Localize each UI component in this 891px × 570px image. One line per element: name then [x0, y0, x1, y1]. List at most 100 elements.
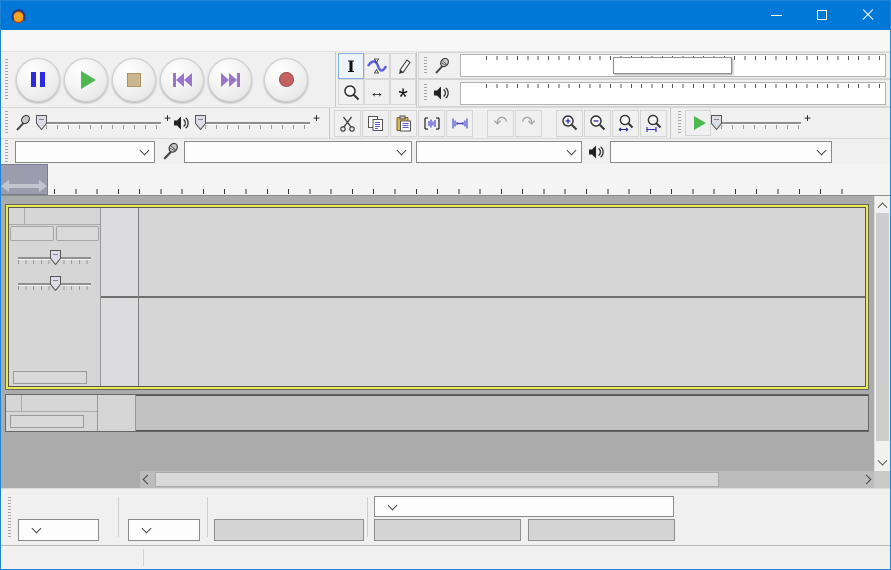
selection-tool-button[interactable]: I: [338, 53, 364, 79]
toolbar-grip[interactable]: [5, 497, 13, 539]
audio-track-close-button[interactable]: [9, 208, 25, 224]
maximize-button[interactable]: [799, 0, 845, 30]
multi-tool-button[interactable]: *: [390, 79, 416, 105]
envelope-tool-button[interactable]: [364, 53, 390, 79]
pan-slider[interactable]: [16, 271, 93, 294]
draw-tool-icon: [395, 58, 412, 75]
slider-groove[interactable]: [46, 122, 161, 124]
selection-start-field[interactable]: [374, 519, 521, 541]
cut-button[interactable]: [334, 110, 361, 137]
scroll-down-button[interactable]: [875, 455, 890, 471]
envelope-tool-icon: [367, 58, 387, 74]
playback-device-select[interactable]: [610, 141, 832, 163]
fit-selection-button[interactable]: [612, 110, 639, 137]
toolbar-grip[interactable]: [2, 111, 10, 135]
play-speed-slider[interactable]: – +: [711, 112, 811, 134]
zoom-tool-button[interactable]: [338, 79, 364, 105]
recording-channels-select[interactable]: [416, 141, 582, 163]
chevron-down-icon: [140, 145, 150, 155]
undo-button[interactable]: ↶: [487, 110, 514, 137]
chevron-down-icon: [397, 145, 407, 155]
slider-max-label: +: [313, 111, 320, 125]
paste-button[interactable]: [390, 110, 417, 137]
toolbar-grip[interactable]: [2, 140, 10, 164]
audio-host-select[interactable]: [15, 141, 155, 163]
label-track-menu[interactable]: [22, 395, 97, 411]
vertical-scrollbar[interactable]: [874, 196, 890, 471]
slider-groove[interactable]: [205, 122, 310, 124]
recording-device-select[interactable]: [184, 141, 412, 163]
meter-toolbars: [418, 52, 891, 107]
mute-button[interactable]: [10, 226, 54, 241]
slider-thumb[interactable]: [711, 115, 722, 130]
project-rate-select[interactable]: [18, 519, 99, 541]
audio-track-menu[interactable]: [25, 208, 100, 224]
collapse-track-button[interactable]: [10, 415, 84, 428]
play-at-speed-button[interactable]: [685, 110, 711, 136]
trim-audio-button[interactable]: [418, 110, 445, 137]
play-button[interactable]: [64, 58, 108, 102]
toolbar-grip[interactable]: [675, 111, 683, 135]
label-area[interactable]: [136, 395, 868, 431]
solo-button[interactable]: [56, 226, 100, 241]
slider-thumb[interactable]: [195, 115, 206, 130]
stop-button[interactable]: [112, 58, 156, 102]
slider-thumb[interactable]: [50, 250, 61, 265]
scroll-left-button[interactable]: [140, 471, 155, 488]
waveform-channel-right[interactable]: [139, 298, 865, 386]
toolbar-grip[interactable]: [421, 84, 429, 102]
scroll-up-button[interactable]: [875, 196, 890, 212]
slider-thumb[interactable]: [50, 276, 61, 291]
zoom-in-button[interactable]: [556, 110, 583, 137]
gain-slider[interactable]: [16, 245, 93, 268]
vertical-scale-ruler[interactable]: [101, 208, 139, 386]
tools-toolbar: I ↔ *: [337, 52, 417, 107]
playback-meter[interactable]: [418, 79, 891, 107]
copy-icon: [367, 115, 384, 132]
selection-end-field[interactable]: [528, 519, 675, 541]
time-shift-tool-button[interactable]: ↔: [364, 79, 390, 105]
pause-button[interactable]: [16, 58, 60, 102]
waveform-display[interactable]: [139, 208, 865, 386]
copy-button[interactable]: [362, 110, 389, 137]
skip-to-start-button[interactable]: [160, 58, 204, 102]
minimize-button[interactable]: [753, 0, 799, 30]
audio-track-control-panel: [9, 208, 101, 386]
slider-groove[interactable]: [721, 122, 801, 124]
close-button[interactable]: [845, 0, 891, 30]
scroll-right-button[interactable]: [859, 471, 874, 488]
audio-position-field[interactable]: [214, 519, 364, 541]
recording-meter[interactable]: [418, 52, 891, 79]
vertical-scroll-thumb[interactable]: [876, 213, 889, 441]
toolbar-grip[interactable]: [421, 57, 429, 75]
paste-icon: [395, 115, 412, 132]
playback-meter-scale[interactable]: [460, 82, 886, 105]
fit-project-button[interactable]: [640, 110, 667, 137]
recording-volume-slider[interactable]: – +: [36, 112, 171, 134]
redo-button[interactable]: ↷: [515, 110, 542, 137]
time-ruler[interactable]: [0, 164, 875, 195]
microphone-icon: [161, 142, 178, 161]
draw-tool-button[interactable]: [390, 53, 416, 79]
toolbar-divider: [118, 497, 119, 537]
playback-volume-slider[interactable]: – +: [195, 112, 320, 134]
snap-to-select[interactable]: [128, 519, 200, 541]
collapse-track-button[interactable]: [13, 371, 87, 384]
silence-audio-button[interactable]: [446, 110, 473, 137]
toolbar-grip[interactable]: [2, 59, 10, 101]
label-track-close-button[interactable]: [6, 395, 22, 411]
timeline-selection-region[interactable]: [0, 164, 48, 195]
skip-to-end-button[interactable]: [208, 58, 252, 102]
slider-thumb[interactable]: [36, 115, 47, 130]
slider-ticks: [46, 125, 161, 129]
record-button[interactable]: [264, 58, 308, 102]
waveform-channel-left[interactable]: [139, 208, 865, 296]
monitoring-tooltip[interactable]: [613, 57, 732, 74]
recording-meter-scale[interactable]: [460, 54, 886, 77]
close-icon: [862, 9, 874, 21]
timeline-ruler[interactable]: [0, 164, 891, 196]
selection-mode-select[interactable]: [374, 496, 674, 517]
zoom-out-button[interactable]: [584, 110, 611, 137]
horizontal-scrollbar[interactable]: [140, 471, 874, 488]
horizontal-scroll-thumb[interactable]: [155, 472, 719, 487]
